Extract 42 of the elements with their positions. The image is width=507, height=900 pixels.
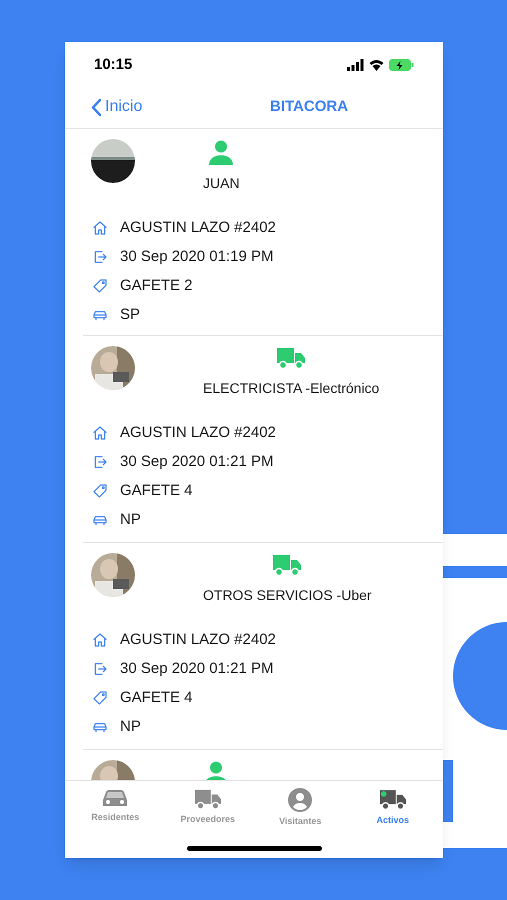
wifi-icon bbox=[369, 59, 384, 71]
detail-text: NP bbox=[120, 716, 141, 737]
exit-icon bbox=[92, 661, 108, 677]
detail-text: 30 Sep 2020 01:21 PM bbox=[120, 452, 274, 472]
truck-icon bbox=[194, 788, 222, 810]
detail-text: AGUSTIN LAZO #2402 bbox=[120, 218, 276, 238]
tab[interactable]: Residentes bbox=[75, 788, 156, 828]
exit-icon bbox=[92, 454, 108, 470]
tab[interactable]: Visitantes bbox=[260, 788, 340, 828]
house-icon bbox=[92, 220, 108, 236]
tag-icon bbox=[92, 483, 108, 499]
exit-icon bbox=[92, 249, 108, 265]
chevron-left-icon bbox=[91, 98, 102, 116]
status-time: 10:15 bbox=[94, 54, 132, 75]
screen-title: BITACORA bbox=[270, 96, 348, 117]
user-icon bbox=[288, 788, 312, 812]
back-button[interactable]: Inicio bbox=[65, 95, 142, 119]
entry-name: OTROS SERVICIOS -Uber bbox=[203, 586, 372, 605]
house-icon bbox=[92, 425, 108, 441]
tag-icon bbox=[92, 278, 108, 294]
tag-icon bbox=[92, 690, 108, 706]
detail-text: NP bbox=[120, 510, 141, 530]
detail-text: GAFETE 4 bbox=[120, 688, 193, 708]
tab[interactable]: Proveedores bbox=[168, 788, 248, 828]
truck-icon bbox=[276, 346, 306, 370]
detail-text: 30 Sep 2020 01:19 PM bbox=[120, 246, 274, 267]
detail-text: AGUSTIN LAZO #2402 bbox=[120, 630, 276, 650]
detail-text: GAFETE 4 bbox=[120, 480, 193, 501]
detail-text: AGUSTIN LAZO #2402 bbox=[120, 422, 276, 443]
house-icon bbox=[92, 632, 108, 648]
tab[interactable]: Activos bbox=[352, 788, 433, 828]
entry-name: JUAN bbox=[203, 174, 240, 193]
battery-icon bbox=[389, 59, 414, 71]
detail-text: SP bbox=[120, 304, 140, 325]
detail-text: 30 Sep 2020 01:21 PM bbox=[120, 658, 274, 679]
car-icon bbox=[101, 788, 130, 808]
signal-icon bbox=[347, 59, 364, 71]
detail-text: GAFETE 2 bbox=[120, 276, 193, 296]
entry-name: ELECTRICISTA -Electrónico bbox=[203, 379, 380, 398]
person-icon bbox=[208, 139, 234, 165]
truck-icon bbox=[272, 553, 302, 577]
truck-check-icon bbox=[378, 788, 407, 811]
